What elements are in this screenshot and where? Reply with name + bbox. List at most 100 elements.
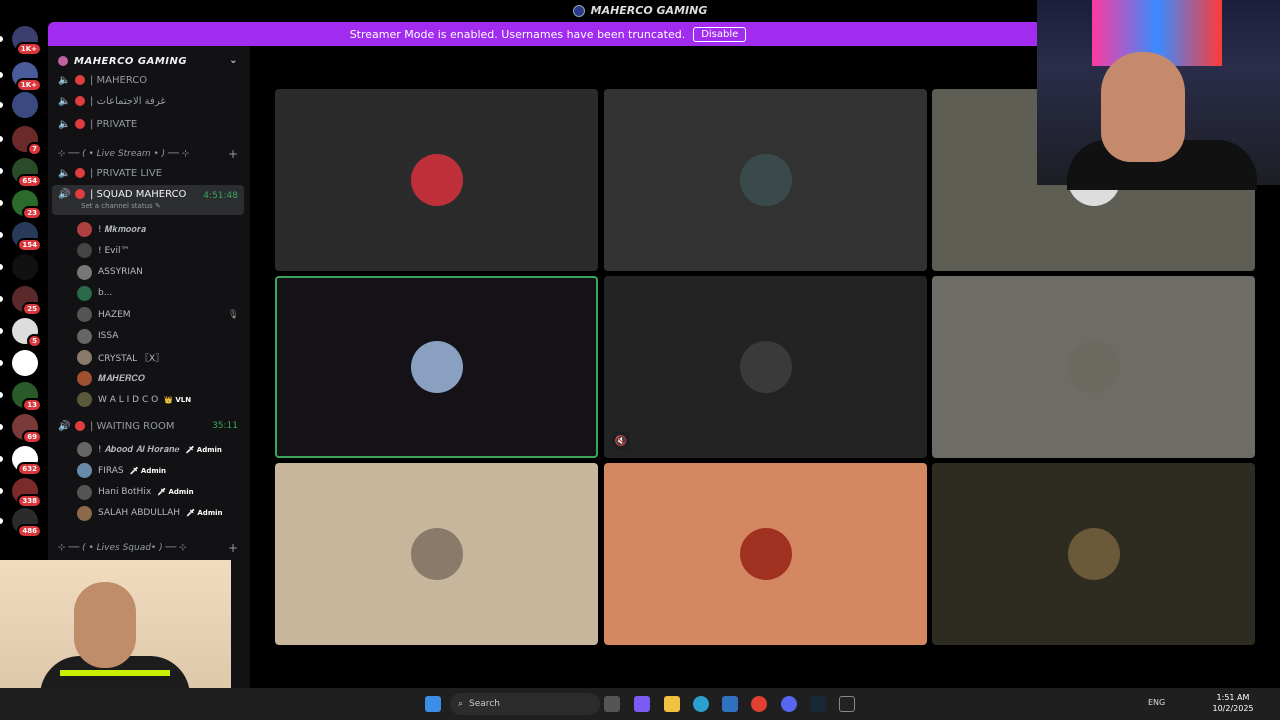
- add-channel-icon[interactable]: +: [228, 541, 238, 555]
- chrome-icon[interactable]: [751, 696, 767, 712]
- chevron-down-icon[interactable]: ⌄: [229, 55, 238, 66]
- voice-user[interactable]: ! 𝑴𝒌𝒎𝒐𝒐𝒓𝒂: [77, 220, 247, 239]
- windows-start-icon[interactable]: [425, 696, 441, 712]
- voice-user[interactable]: CRYSTAL 〖X〗: [77, 348, 247, 367]
- add-channel-icon[interactable]: +: [228, 147, 238, 161]
- disable-button[interactable]: Disable: [693, 26, 747, 42]
- voice-channel[interactable]: 🔈 | MAHERCO: [52, 70, 244, 90]
- category-lives-squad[interactable]: ⊹ ── ( • Lives Squad• ) ── ⊹ +: [58, 541, 244, 555]
- speaker-icon: 🔊: [58, 420, 71, 432]
- server-icon[interactable]: 154: [12, 222, 42, 252]
- epic-games-icon[interactable]: [839, 696, 855, 712]
- system-clock[interactable]: 1:51 AM 10/2/2025: [1210, 692, 1256, 714]
- voice-channel-squad[interactable]: 🔊 | SQUAD MAHERCO 4:51:48 Set a channel …: [52, 185, 244, 215]
- participant-tile[interactable]: [604, 89, 927, 271]
- server-logo-icon: [572, 4, 585, 17]
- participant-avatar: [410, 528, 463, 580]
- user-name: CRYSTAL 〖X〗: [98, 353, 165, 364]
- file-explorer-icon[interactable]: [664, 696, 680, 712]
- user-name: Hani BotHix: [98, 487, 152, 498]
- voice-channel[interactable]: 🔈 | PRIVATE: [52, 114, 244, 134]
- server-icon[interactable]: 486: [12, 508, 42, 538]
- avatar: [77, 392, 92, 408]
- server-icon[interactable]: 69: [12, 414, 42, 444]
- voice-channel[interactable]: 🔈 | غرفة الاجتماعات: [52, 91, 244, 111]
- participant-avatar: [739, 154, 792, 206]
- server-icon[interactable]: 5: [12, 318, 42, 348]
- edge-icon[interactable]: [693, 696, 709, 712]
- participant-avatar: [1067, 528, 1120, 580]
- server-icon[interactable]: 23: [12, 190, 42, 220]
- server-icon[interactable]: 632: [12, 446, 42, 476]
- task-view-icon[interactable]: [604, 696, 620, 712]
- server-icon[interactable]: 338: [12, 478, 42, 508]
- copilot-icon[interactable]: [634, 696, 650, 712]
- guild-icon: [58, 56, 68, 66]
- server-icon[interactable]: [12, 254, 38, 280]
- unread-pill: [0, 488, 3, 494]
- steam-icon[interactable]: [810, 696, 826, 712]
- unread-badge: 13: [22, 398, 42, 412]
- unread-badge: 7: [27, 142, 42, 156]
- participant-tile[interactable]: 🔇: [604, 276, 927, 458]
- voice-channel-private-live[interactable]: 🔈 | PRIVATE LIVE: [52, 163, 244, 183]
- server-icon[interactable]: [12, 92, 38, 118]
- avatar: [77, 463, 92, 479]
- discord-icon[interactable]: [781, 696, 797, 712]
- taskbar-search[interactable]: ⌕ Search: [450, 693, 600, 715]
- voice-user[interactable]: SALAH ABDULLAH 🗡 Admin: [77, 504, 247, 523]
- participant-tile[interactable]: [275, 89, 598, 271]
- server-icon[interactable]: 25: [12, 286, 42, 316]
- banner-text: Streamer Mode is enabled. Usernames have…: [349, 27, 686, 41]
- channel-timer: 4:51:48: [203, 191, 238, 201]
- server-icon[interactable]: 1K+: [12, 26, 42, 56]
- server-icon[interactable]: 13: [12, 382, 42, 412]
- unread-pill: [0, 456, 3, 462]
- unread-pill: [0, 424, 3, 430]
- channel-label: | PRIVATE: [90, 118, 138, 130]
- category-label: ⊹ ── ( • Lives Squad• ) ── ⊹: [58, 543, 187, 553]
- participant-avatar: [739, 341, 792, 393]
- voice-user[interactable]: HAZEM 🎙: [77, 305, 247, 324]
- unread-pill: [0, 102, 3, 108]
- user-name: FIRAS: [98, 465, 124, 476]
- participant-tile[interactable]: [275, 463, 598, 645]
- voice-user[interactable]: b...: [77, 284, 247, 303]
- server-icon[interactable]: 7: [12, 126, 42, 156]
- streamer-webcam-overlay: [1037, 0, 1280, 190]
- voice-user[interactable]: ! Evil™: [77, 241, 247, 260]
- role-tag: 👑 VLN: [164, 395, 192, 404]
- clock-time: 1:51 AM: [1216, 693, 1250, 702]
- voice-user[interactable]: Hani BotHix 🗡 Admin: [77, 483, 247, 502]
- server-icon[interactable]: 1K+: [12, 62, 42, 92]
- category-live-stream[interactable]: ⊹ ── ( • Live Stream • ) ── ⊹ +: [58, 147, 244, 161]
- avatar: [77, 243, 92, 259]
- language-indicator[interactable]: ENG: [1148, 698, 1165, 707]
- voice-user[interactable]: ISSA: [77, 327, 247, 346]
- participant-tile[interactable]: [932, 276, 1255, 458]
- channel-label: | SQUAD MAHERCO: [90, 189, 187, 200]
- unread-badge: 25: [22, 302, 42, 316]
- server-icon[interactable]: 654: [12, 158, 42, 188]
- mic-muted-icon: 🎙: [227, 309, 239, 320]
- channel-status[interactable]: Set a channel status ✎: [81, 202, 161, 210]
- voice-channel-waiting[interactable]: 🔊 | WAITING ROOM 35:11: [52, 416, 244, 436]
- voice-user[interactable]: W A L I D C O 👑 VLN: [77, 390, 247, 409]
- store-icon[interactable]: [722, 696, 738, 712]
- unread-badge: 654: [17, 174, 42, 188]
- avatar: [77, 484, 92, 500]
- participant-avatar: [410, 154, 463, 206]
- unread-pill: [0, 200, 3, 206]
- voice-user[interactable]: ! 𝑨𝒃𝒐𝒐𝒅 𝑨𝒍 𝑯𝒐𝒓𝒂𝒏𝒆 🗡 Admin: [77, 440, 247, 459]
- participant-tile[interactable]: [604, 463, 927, 645]
- unread-badge: 154: [17, 238, 42, 252]
- voice-user[interactable]: ASSYRIAN: [77, 263, 247, 282]
- unread-pill: [0, 296, 3, 302]
- unread-badge: 632: [17, 462, 42, 476]
- voice-user[interactable]: 𝑴𝑨𝑯𝑬𝑹𝑪𝑶: [77, 369, 247, 388]
- voice-user[interactable]: FIRAS 🗡 Admin: [77, 461, 247, 480]
- participant-tile[interactable]: [932, 463, 1255, 645]
- participant-tile[interactable]: [275, 276, 598, 458]
- avatar: [77, 222, 92, 237]
- server-icon[interactable]: [12, 350, 38, 376]
